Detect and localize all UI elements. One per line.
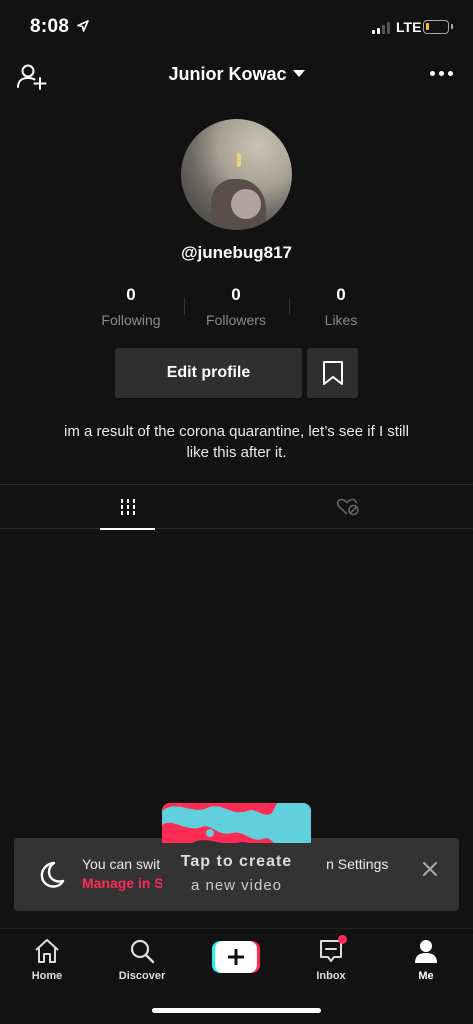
manage-settings-link[interactable]: Manage in S: [82, 875, 164, 891]
profile-icon: [415, 940, 437, 963]
tab-liked[interactable]: [320, 485, 375, 529]
profile-tabs: [0, 484, 473, 530]
grid-icon: [120, 499, 135, 515]
stat-value: 0: [231, 285, 241, 304]
bio-line: like this after it.: [186, 444, 287, 461]
location-arrow-icon: [77, 20, 89, 32]
tooltip-pointer: [231, 903, 243, 910]
nav-label: Discover: [118, 970, 166, 982]
stat-following[interactable]: 0 Following: [76, 285, 186, 328]
cellular-signal-icon: [372, 22, 390, 34]
profile-avatar[interactable]: [181, 119, 292, 230]
profile-handle: @junebug817: [180, 243, 293, 262]
nav-inbox[interactable]: Inbox: [296, 935, 366, 982]
stat-value: 0: [336, 285, 346, 304]
bio-line: im a result of the corona quarantine, le…: [64, 423, 409, 440]
battery-icon: [423, 20, 453, 34]
network-type: LTE: [396, 19, 422, 35]
favorites-button[interactable]: [307, 348, 358, 398]
status-bar: 8:08 LTE: [0, 0, 473, 56]
create-button[interactable]: [212, 941, 260, 973]
active-tab-indicator: [100, 528, 155, 530]
profile-bio: im a result of the corona quarantine, le…: [40, 421, 433, 463]
nav-me[interactable]: Me: [391, 937, 461, 982]
tab-videos[interactable]: [100, 485, 155, 530]
moon-icon: [40, 861, 65, 888]
account-switcher[interactable]: Junior Kowac: [0, 64, 473, 85]
notification-dot: [338, 935, 347, 944]
nav-label: Inbox: [316, 970, 346, 982]
bookmark-icon: [322, 361, 343, 385]
caret-down-icon: [292, 70, 305, 77]
stat-label: Following: [101, 312, 161, 328]
tooltip-subtitle: a new video: [190, 877, 283, 894]
stat-followers[interactable]: 0 Followers: [181, 285, 291, 328]
close-icon[interactable]: [423, 862, 437, 876]
stat-label: Followers: [206, 312, 266, 328]
nav-label: Me: [418, 970, 434, 982]
nav-discover[interactable]: Discover: [107, 937, 177, 982]
nav-label: Home: [31, 970, 63, 982]
create-tooltip[interactable]: Tap to create a new video: [162, 803, 311, 910]
tooltip-title: Tap to create: [180, 853, 293, 870]
stat-value: 0: [126, 285, 136, 304]
home-icon: [35, 939, 59, 963]
nav-home[interactable]: Home: [12, 937, 82, 982]
account-name: Junior Kowac: [168, 64, 287, 84]
stat-label: Likes: [324, 312, 358, 328]
edit-profile-button[interactable]: Edit profile: [115, 348, 302, 398]
plus-icon: [228, 949, 244, 965]
home-indicator[interactable]: [152, 1008, 321, 1013]
more-options-icon[interactable]: [430, 71, 453, 76]
search-icon: [130, 939, 155, 964]
profile-header: Junior Kowac: [0, 56, 473, 96]
heart-lock-icon: [336, 498, 359, 516]
profile-stats: 0 Following 0 Followers 0 Likes: [0, 285, 473, 335]
status-time: 8:08: [30, 16, 70, 37]
stat-likes[interactable]: 0 Likes: [286, 285, 396, 328]
